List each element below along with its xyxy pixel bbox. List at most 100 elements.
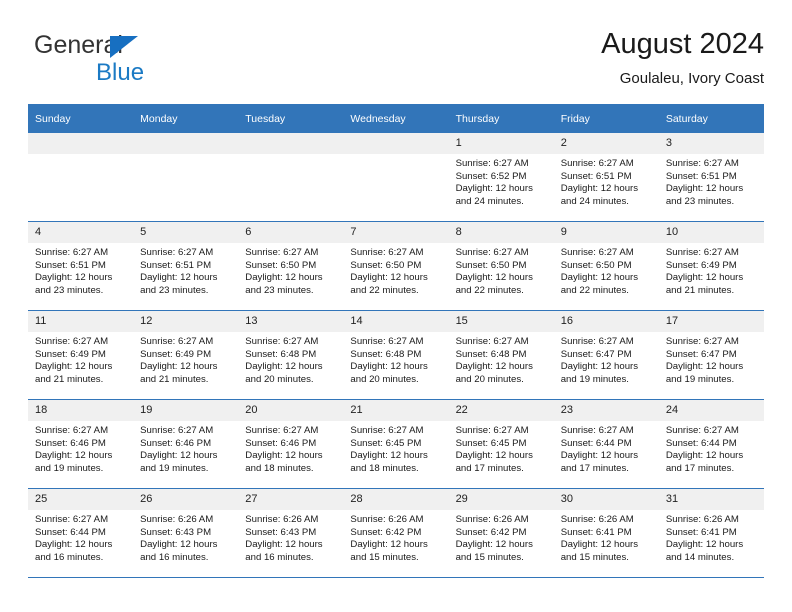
brand-logo[interactable]: General Blue [34,30,254,90]
day-number: 23 [553,400,659,421]
day-daylight2-text: and 19 minutes. [665,373,735,385]
calendar-day-cell[interactable]: 8 Sunrise: 6:27 AM Sunset: 6:50 PM Daylight… [448,221,554,311]
calendar-day-cell[interactable]: 17 Sunrise: 6:27 AM Sunset: 6:47 PM Dayligh… [658,310,764,400]
day-sunset-text: Sunset: 6:51 PM [665,170,737,182]
day-number [133,133,239,154]
day-sunset-text: Sunset: 6:50 PM [350,259,422,271]
day-details: Sunrise: 6:27 AM Sunset: 6:49 PM Daylight:… [28,332,133,386]
day-details: Sunrise: 6:27 AM Sunset: 6:46 PM Daylight:… [238,421,343,475]
calendar-day-cell[interactable]: 11 Sunrise: 6:27 AM Sunset: 6:49 PM Dayligh… [28,310,134,400]
calendar-day-cell[interactable]: 27 Sunrise: 6:26 AM Sunset: 6:43 PM Dayligh… [238,488,344,578]
calendar-day-cell[interactable]: 22 Sunrise: 6:27 AM Sunset: 6:45 PM Dayligh… [448,399,554,489]
day-sunset-text: Sunset: 6:44 PM [560,437,632,449]
day-daylight2-text: and 15 minutes. [350,551,419,563]
day-sunrise-text: Sunrise: 6:27 AM [35,425,109,436]
calendar-day-cell[interactable]: 24 Sunrise: 6:27 AM Sunset: 6:44 PM Dayligh… [658,399,764,489]
calendar-week-row: 18 Sunrise: 6:27 AM Sunset: 6:46 PM Dayligh… [28,399,764,489]
day-daylight1-text: Daylight: 12 hours [665,450,744,462]
calendar-day-cell[interactable]: 23 Sunrise: 6:27 AM Sunset: 6:44 PM Dayligh… [553,399,659,489]
day-number: 9 [553,222,659,243]
day-sunset-text: Sunset: 6:51 PM [560,170,632,182]
calendar-day-cell[interactable]: 10 Sunrise: 6:27 AM Sunset: 6:49 PM Dayligh… [658,221,764,311]
page-subtitle: Goulaleu, Ivory Coast [619,70,764,87]
day-sunset-text: Sunset: 6:42 PM [455,526,527,538]
calendar-day-cell[interactable]: 2 Sunrise: 6:27 AM Sunset: 6:51 PM Daylight… [553,133,659,222]
calendar-day-cell[interactable]: 7 Sunrise: 6:27 AM Sunset: 6:50 PM Daylight… [343,221,449,311]
weekday-header-tuesday: Tuesday [238,104,344,133]
triangle-logo-icon [110,36,138,58]
day-sunrise-text: Sunrise: 6:27 AM [560,336,634,347]
day-daylight1-text: Daylight: 12 hours [560,450,639,462]
day-details: Sunrise: 6:27 AM Sunset: 6:52 PM Daylight:… [449,154,554,208]
day-daylight1-text: Daylight: 12 hours [350,450,428,462]
day-sunset-text: Sunset: 6:42 PM [350,526,422,538]
day-sunrise-text: Sunrise: 6:27 AM [560,247,634,258]
day-details: Sunrise: 6:27 AM Sunset: 6:44 PM Daylight:… [28,510,133,564]
calendar-day-cell[interactable]: 13 Sunrise: 6:27 AM Sunset: 6:48 PM Dayligh… [238,310,344,400]
page-header: General Blue August 2024 Goulaleu, Ivory… [28,26,764,96]
calendar-day-cell[interactable]: 28 Sunrise: 6:26 AM Sunset: 6:42 PM Dayligh… [343,488,449,578]
calendar-day-cell[interactable]: 18 Sunrise: 6:27 AM Sunset: 6:46 PM Dayligh… [28,399,134,489]
calendar-day-cell[interactable]: 1 Sunrise: 6:27 AM Sunset: 6:52 PM Daylight… [448,133,554,222]
calendar-day-cell[interactable]: 31 Sunrise: 6:26 AM Sunset: 6:41 PM Dayligh… [658,488,764,578]
calendar-day-cell[interactable]: 20 Sunrise: 6:27 AM Sunset: 6:46 PM Dayligh… [238,399,344,489]
day-details: Sunrise: 6:26 AM Sunset: 6:42 PM Daylight:… [343,510,448,564]
day-sunset-text: Sunset: 6:43 PM [140,526,212,538]
day-number: 12 [133,311,239,332]
calendar-week-row: 4 Sunrise: 6:27 AM Sunset: 6:51 PM Daylight… [28,221,764,311]
day-daylight1-text: Daylight: 12 hours [455,450,533,462]
day-sunrise-text: Sunrise: 6:27 AM [350,247,424,258]
calendar-day-cell[interactable]: 29 Sunrise: 6:26 AM Sunset: 6:42 PM Dayligh… [448,488,554,578]
day-daylight2-text: and 23 minutes. [140,284,209,296]
day-sunset-text: Sunset: 6:43 PM [245,526,317,538]
weekday-header-row: Sunday Monday Tuesday Wednesday Thursday… [28,104,764,133]
day-daylight2-text: and 19 minutes. [560,373,629,385]
day-daylight2-text: and 23 minutes. [665,195,735,207]
day-details: Sunrise: 6:26 AM Sunset: 6:43 PM Daylight:… [238,510,343,564]
day-sunset-text: Sunset: 6:49 PM [140,348,212,360]
day-sunrise-text: Sunrise: 6:27 AM [350,336,424,347]
weekday-header-saturday: Saturday [658,104,764,133]
day-sunset-text: Sunset: 6:41 PM [560,526,632,538]
day-daylight1-text: Daylight: 12 hours [245,450,323,462]
calendar-day-cell[interactable]: 3 Sunrise: 6:27 AM Sunset: 6:51 PM Daylight… [658,133,764,222]
day-details: Sunrise: 6:27 AM Sunset: 6:48 PM Daylight:… [449,332,554,386]
day-daylight2-text: and 21 minutes. [140,373,209,385]
calendar-day-cell[interactable]: 15 Sunrise: 6:27 AM Sunset: 6:48 PM Dayligh… [448,310,554,400]
day-daylight1-text: Daylight: 12 hours [665,272,744,284]
calendar-day-cell[interactable]: 26 Sunrise: 6:26 AM Sunset: 6:43 PM Dayligh… [133,488,239,578]
calendar-day-cell[interactable]: 21 Sunrise: 6:27 AM Sunset: 6:45 PM Dayligh… [343,399,449,489]
day-daylight2-text: and 16 minutes. [35,551,104,563]
calendar-day-cell[interactable]: 16 Sunrise: 6:27 AM Sunset: 6:47 PM Dayligh… [553,310,659,400]
calendar-week-row: 11 Sunrise: 6:27 AM Sunset: 6:49 PM Dayligh… [28,310,764,400]
day-number: 13 [238,311,344,332]
day-sunset-text: Sunset: 6:46 PM [245,437,317,449]
calendar-day-cell[interactable]: 25 Sunrise: 6:27 AM Sunset: 6:44 PM Dayligh… [28,488,134,578]
calendar-week-row: 1 Sunrise: 6:27 AM Sunset: 6:52 PM Daylight… [28,133,764,222]
day-sunrise-text: Sunrise: 6:26 AM [245,514,319,525]
calendar-day-cell[interactable]: 9 Sunrise: 6:27 AM Sunset: 6:50 PM Daylight… [553,221,659,311]
day-daylight1-text: Daylight: 12 hours [35,272,113,284]
calendar-day-cell[interactable]: 6 Sunrise: 6:27 AM Sunset: 6:50 PM Daylight… [238,221,344,311]
weekday-header-sunday: Sunday [28,104,134,133]
day-daylight2-text: and 24 minutes. [455,195,524,207]
day-sunrise-text: Sunrise: 6:27 AM [665,158,739,169]
calendar-day-cell[interactable]: 30 Sunrise: 6:26 AM Sunset: 6:41 PM Dayligh… [553,488,659,578]
day-sunset-text: Sunset: 6:47 PM [665,348,737,360]
calendar-day-cell[interactable]: 4 Sunrise: 6:27 AM Sunset: 6:51 PM Daylight… [28,221,134,311]
calendar-day-cell[interactable]: 14 Sunrise: 6:27 AM Sunset: 6:48 PM Dayligh… [343,310,449,400]
day-sunrise-text: Sunrise: 6:26 AM [350,514,424,525]
day-number: 2 [553,133,659,154]
calendar-day-cell[interactable]: 19 Sunrise: 6:27 AM Sunset: 6:46 PM Dayligh… [133,399,239,489]
calendar-day-cell[interactable]: 12 Sunrise: 6:27 AM Sunset: 6:49 PM Dayligh… [133,310,239,400]
calendar-day-cell[interactable]: 5 Sunrise: 6:27 AM Sunset: 6:51 PM Daylight… [133,221,239,311]
day-details: Sunrise: 6:27 AM Sunset: 6:48 PM Daylight:… [343,332,448,386]
day-number [238,133,344,154]
weekday-header-friday: Friday [553,104,659,133]
day-sunrise-text: Sunrise: 6:27 AM [455,247,529,258]
day-daylight2-text: and 20 minutes. [455,373,524,385]
day-details: Sunrise: 6:27 AM Sunset: 6:45 PM Daylight:… [343,421,448,475]
day-daylight1-text: Daylight: 12 hours [455,539,533,551]
day-sunrise-text: Sunrise: 6:27 AM [245,336,319,347]
calendar-day-cell-empty [28,133,134,222]
